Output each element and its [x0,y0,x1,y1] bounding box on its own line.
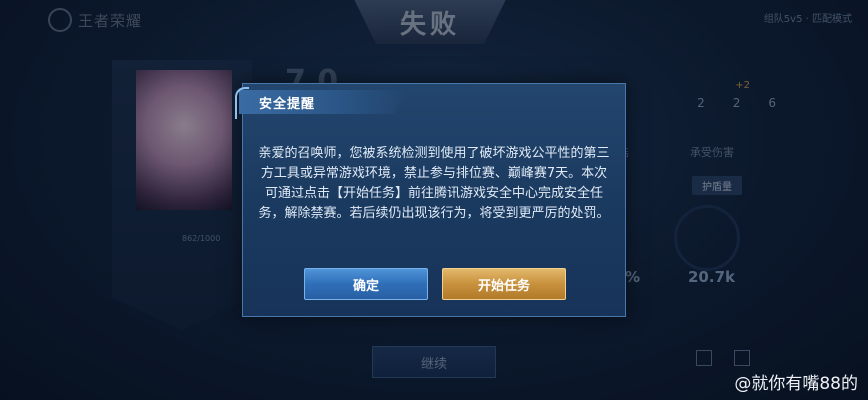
dialog-body: 亲爱的召唤师，您被系统检测到使用了破坏游戏公平性的第三方工具或异常游戏环境，禁止… [258,146,610,221]
watermark: @就你有嘴88的 [734,369,858,394]
start-task-button[interactable]: 开始任务 [442,268,566,300]
watermark-text: @就你有嘴88的 [734,374,858,394]
dialog-title: 安全提醒 [259,97,316,112]
confirm-button[interactable]: 确定 [304,268,428,300]
security-alert-dialog: 安全提醒 亲爱的召唤师，您被系统检测到使用了破坏游戏公平性的第三方工具或异常游戏… [235,83,626,317]
dialog-header-accent [235,87,249,119]
